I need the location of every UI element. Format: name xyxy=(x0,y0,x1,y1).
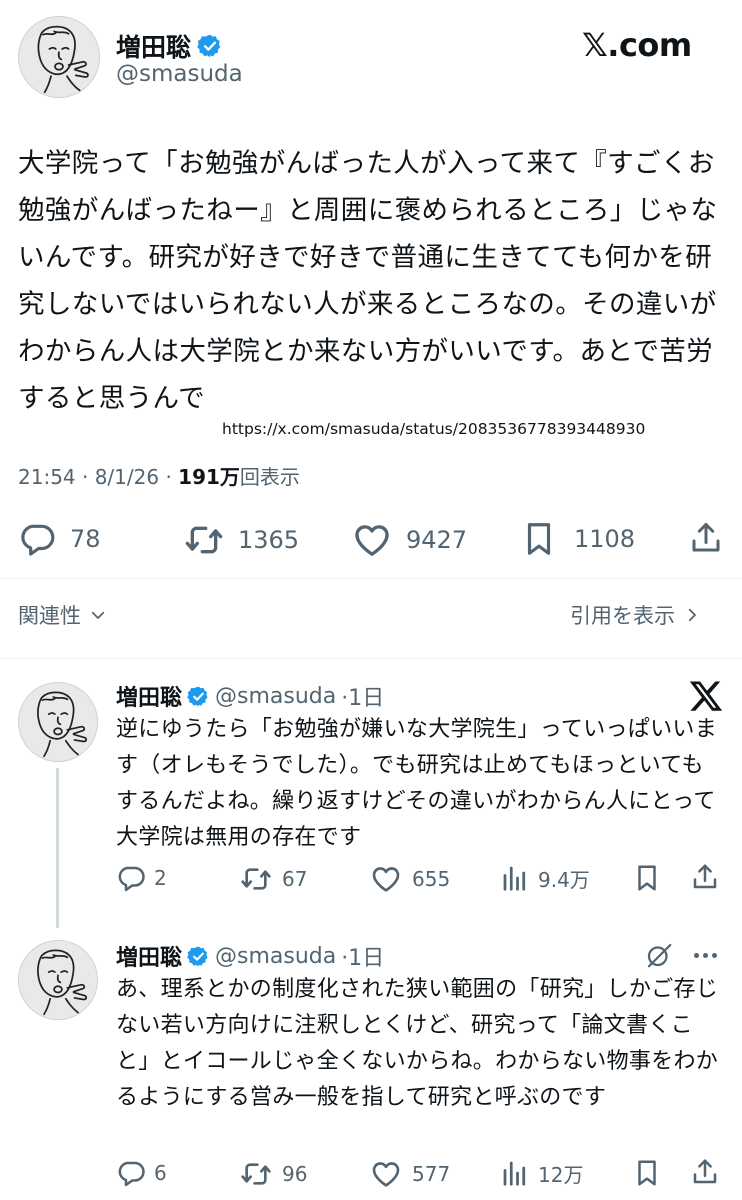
more-dots-icon[interactable] xyxy=(694,940,717,970)
like-count: 577 xyxy=(412,1162,451,1186)
bookmark-button[interactable] xyxy=(632,863,662,893)
reply-count: 6 xyxy=(154,1161,167,1185)
repost-button[interactable]: 1365 xyxy=(184,520,299,560)
author-avatar[interactable] xyxy=(18,16,100,98)
views-count: 191万 xyxy=(178,465,240,489)
verified-badge-icon xyxy=(197,33,223,59)
share-upload-icon xyxy=(690,862,720,892)
speech-bubble-icon xyxy=(18,520,56,558)
heart-icon xyxy=(352,520,392,560)
bar-chart-icon xyxy=(500,1158,530,1188)
author-name[interactable]: 増田聡 xyxy=(116,28,191,64)
chevron-down-icon xyxy=(91,611,105,619)
reply-author-name[interactable]: 増田聡 xyxy=(116,940,182,972)
share-button[interactable] xyxy=(690,1157,720,1187)
verified-badge-icon xyxy=(187,685,210,708)
like-count: 655 xyxy=(412,867,451,891)
share-button[interactable] xyxy=(690,862,720,892)
share-button[interactable] xyxy=(688,520,724,556)
reply-header: 増田聡 @smasuda ·1日 xyxy=(116,940,384,972)
tweet-meta: 21:54 · 8/1/26 · 191万回表示 xyxy=(18,461,300,490)
reply-age[interactable]: ·1日 xyxy=(341,680,384,712)
repost-count: 1365 xyxy=(238,526,300,554)
share-upload-icon xyxy=(690,1157,720,1187)
verified-badge-icon xyxy=(187,945,210,968)
reply-author-handle[interactable]: @smasuda xyxy=(215,944,336,969)
heart-icon xyxy=(370,1158,402,1190)
bookmark-icon xyxy=(632,863,662,893)
repost-count: 96 xyxy=(282,1162,308,1186)
repost-arrows-icon xyxy=(240,1158,272,1190)
reply-text: あ、理系とかの制度化された狭い範囲の「研究」しかご存じない若い方向けに注釈しとく… xyxy=(116,977,719,1110)
view-quotes-label: 引用を表示 xyxy=(570,604,675,628)
relevance-sort[interactable]: 関連性 xyxy=(18,600,107,630)
reply-author-handle[interactable]: @smasuda xyxy=(215,684,336,709)
grok-icon[interactable] xyxy=(644,940,674,974)
reply-count: 2 xyxy=(154,866,167,890)
divider xyxy=(0,578,742,579)
tweet-text: 大学院って「お勉強がんばった人が入って来て『すごくお勉強がんばったねー』と周囲に… xyxy=(18,148,718,414)
repost-arrows-icon xyxy=(184,520,224,560)
reply-avatar[interactable] xyxy=(18,682,98,762)
reply-count: 78 xyxy=(70,525,101,553)
bookmark-button[interactable]: 1108 xyxy=(520,520,635,558)
heart-icon xyxy=(370,863,402,895)
speech-bubble-icon xyxy=(116,1158,146,1188)
reply-age[interactable]: ·1日 xyxy=(341,940,384,972)
relevance-label: 関連性 xyxy=(18,604,81,628)
views-button[interactable]: 9.4万 xyxy=(500,863,590,893)
bar-chart-icon xyxy=(500,863,530,893)
divider xyxy=(0,658,742,659)
thread-connector xyxy=(56,768,59,928)
like-count: 9427 xyxy=(406,526,468,554)
view-quotes-link[interactable]: 引用を表示 xyxy=(570,600,701,630)
views-count: 9.4万 xyxy=(538,867,590,892)
repost-arrows-icon xyxy=(240,863,272,895)
views-count: 12万 xyxy=(538,1162,584,1187)
bookmark-icon xyxy=(520,520,558,558)
speech-bubble-icon xyxy=(116,863,146,893)
x-com-logo: 𝕏.com xyxy=(582,26,692,64)
tweet-timestamp[interactable]: 21:54 · 8/1/26 · xyxy=(18,465,178,489)
repost-button[interactable]: 96 xyxy=(240,1158,307,1190)
tweet-url: https://x.com/smasuda/status/20835367783… xyxy=(222,420,646,438)
reply-button[interactable]: 6 xyxy=(116,1158,167,1188)
repost-count: 67 xyxy=(282,867,308,891)
share-upload-icon xyxy=(688,520,724,556)
author-handle[interactable]: @smasuda xyxy=(116,61,243,87)
reply-header: 増田聡 @smasuda ·1日 xyxy=(116,680,384,712)
reply-button[interactable]: 78 xyxy=(18,520,101,558)
bookmark-icon xyxy=(632,1158,662,1188)
reply-author-name[interactable]: 増田聡 xyxy=(116,680,182,712)
reply-button[interactable]: 2 xyxy=(116,863,167,893)
reply-text: 逆にゆうたら「お勉強が嫌いな大学院生」っていっぱいいます（オレもそうでした）。で… xyxy=(116,717,718,850)
views-label: 回表示 xyxy=(239,465,300,489)
reply-avatar[interactable] xyxy=(18,940,98,1020)
repost-button[interactable]: 67 xyxy=(240,863,307,895)
bookmark-count: 1108 xyxy=(574,525,636,553)
like-button[interactable]: 655 xyxy=(370,863,450,895)
views-button[interactable]: 12万 xyxy=(500,1158,583,1188)
author-name-row: 増田聡 xyxy=(116,28,223,64)
chevron-right-icon xyxy=(688,608,696,622)
bookmark-button[interactable] xyxy=(632,1158,662,1188)
like-button[interactable]: 577 xyxy=(370,1158,450,1190)
like-button[interactable]: 9427 xyxy=(352,520,467,560)
